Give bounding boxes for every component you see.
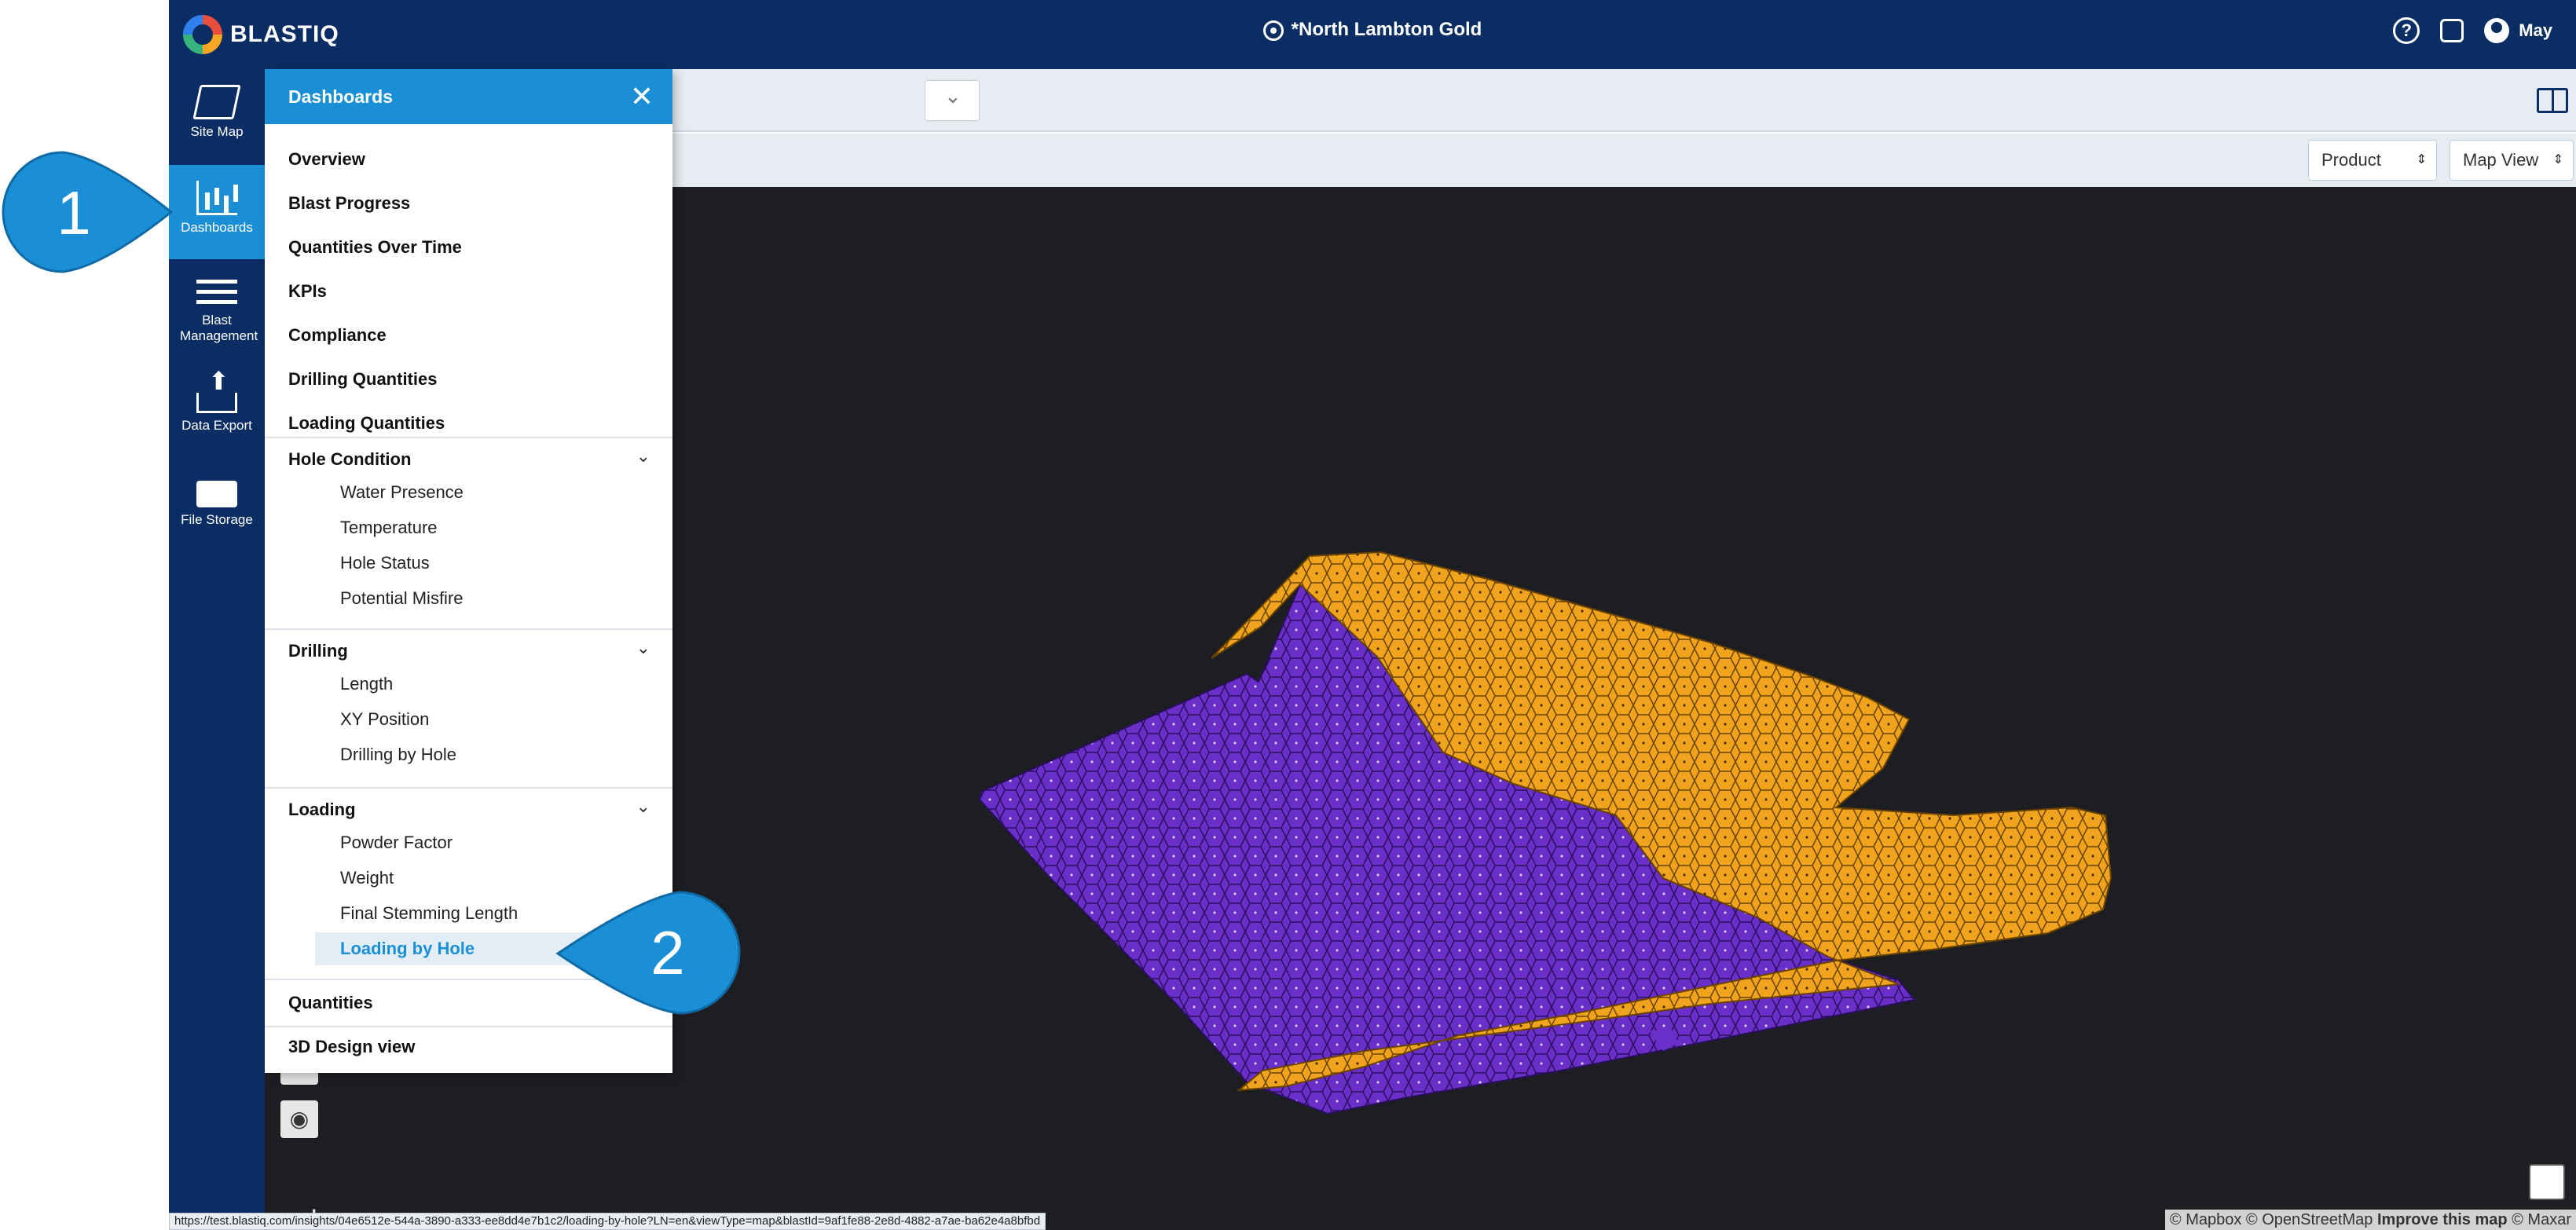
divider — [265, 437, 672, 438]
left-rail: Site Map Dashboards Blast Management Dat… — [169, 69, 265, 1230]
user-name: May — [2519, 20, 2552, 40]
menu-item-drilling-quantities[interactable]: Drilling Quantities — [288, 369, 437, 390]
avatar-icon — [2484, 18, 2510, 43]
attribution-tail: © Maxar — [2512, 1211, 2571, 1228]
product-select[interactable]: Product ⇕ — [2308, 140, 2437, 181]
eye-icon[interactable]: ◉ — [280, 1100, 318, 1138]
upload-icon — [196, 366, 237, 413]
help-icon[interactable]: ? — [2393, 17, 2420, 44]
divider — [265, 628, 672, 630]
site-title[interactable]: *North Lambton Gold — [169, 19, 2576, 41]
menu-item-quantities-over-time[interactable]: Quantities Over Time — [288, 237, 462, 258]
menu-group-loading[interactable]: Loading — [288, 800, 356, 820]
rail-item-dashboards[interactable]: Dashboards — [169, 165, 265, 259]
menu-item-kpis[interactable]: KPIs — [288, 281, 327, 302]
map-attribution: © Mapbox © OpenStreetMap Improve this ma… — [2164, 1210, 2576, 1230]
rail-item-blast-management[interactable]: Blast Management — [169, 261, 265, 363]
rail-label: Dashboards — [181, 220, 253, 235]
rail-label: Blast Management — [180, 313, 258, 343]
product-select-value: Product — [2321, 150, 2381, 170]
location-target-icon — [1262, 20, 1284, 41]
close-icon[interactable]: ✕ — [630, 69, 654, 124]
legend-icon[interactable] — [2529, 1164, 2565, 1200]
menu-item-hole-status[interactable]: Hole Status — [340, 553, 430, 573]
menu-item-drilling-by-hole[interactable]: Drilling by Hole — [340, 745, 456, 765]
menu-item-final-stemming-length[interactable]: Final Stemming Length — [340, 903, 518, 924]
menu-item-3d-design-view[interactable]: 3D Design view — [288, 1037, 415, 1057]
view-select[interactable]: Map View ⇕ — [2450, 140, 2574, 181]
chevron-down-icon[interactable]: ⌄ — [636, 796, 650, 817]
support-chat-icon[interactable] — [2440, 19, 2464, 42]
menu-item-potential-misfire[interactable]: Potential Misfire — [340, 588, 464, 609]
improve-map-link[interactable]: Improve this map — [2377, 1211, 2508, 1228]
list-icon — [196, 280, 237, 308]
menu-item-weight[interactable]: Weight — [340, 868, 394, 888]
rail-item-site-map[interactable]: Site Map — [169, 69, 265, 163]
divider — [265, 787, 672, 789]
menu-item-temperature[interactable]: Temperature — [340, 518, 438, 538]
menu-item-length[interactable]: Length — [340, 674, 393, 694]
menu-item-quantities[interactable]: Quantities — [288, 993, 373, 1013]
menu-item-overview[interactable]: Overview — [288, 149, 365, 170]
menu-item-water-presence[interactable]: Water Presence — [340, 482, 464, 503]
menu-item-loading-quantities[interactable]: Loading Quantities — [288, 413, 445, 434]
rail-item-data-export[interactable]: Data Export — [169, 363, 265, 457]
top-bar: BLASTIQ *North Lambton Gold ? May — [169, 0, 2576, 69]
menu-group-hole-condition[interactable]: Hole Condition — [288, 449, 411, 470]
folder-icon — [196, 481, 237, 507]
filter-dropdown[interactable] — [925, 80, 980, 121]
chevron-down-icon[interactable]: ⌄ — [636, 638, 650, 658]
user-menu[interactable]: May — [2484, 18, 2552, 43]
rail-label: Site Map — [190, 124, 244, 139]
menu-group-drilling[interactable]: Drilling — [288, 641, 348, 661]
status-url: https://test.blastiq.com/insights/04e651… — [169, 1213, 1046, 1230]
dashboard-chart-icon — [196, 181, 237, 215]
panel-title: Dashboards — [288, 86, 393, 107]
sort-arrows-icon: ⇕ — [2416, 153, 2427, 167]
menu-item-powder-factor[interactable]: Powder Factor — [340, 833, 453, 853]
chevron-down-icon[interactable]: ⌄ — [636, 446, 650, 467]
panel-header: Dashboards ✕ — [265, 69, 672, 124]
menu-item-compliance[interactable]: Compliance — [288, 325, 387, 346]
callout-1-number: 1 — [57, 178, 91, 247]
sort-arrows-icon: ⇕ — [2552, 153, 2563, 167]
rail-label: Data Export — [181, 418, 252, 433]
divider — [265, 1026, 672, 1027]
menu-item-blast-progress[interactable]: Blast Progress — [288, 193, 410, 214]
rail-item-file-storage[interactable]: File Storage — [169, 459, 265, 553]
view-select-value: Map View — [2463, 150, 2539, 170]
attribution-text: © Mapbox © OpenStreetMap — [2169, 1211, 2373, 1228]
rail-label: File Storage — [181, 512, 253, 527]
map-icon — [192, 85, 241, 119]
callout-2-number: 2 — [650, 918, 685, 987]
site-title-label: *North Lambton Gold — [1291, 19, 1482, 40]
menu-item-xy-position[interactable]: XY Position — [340, 709, 429, 730]
book-icon[interactable] — [2537, 88, 2568, 113]
